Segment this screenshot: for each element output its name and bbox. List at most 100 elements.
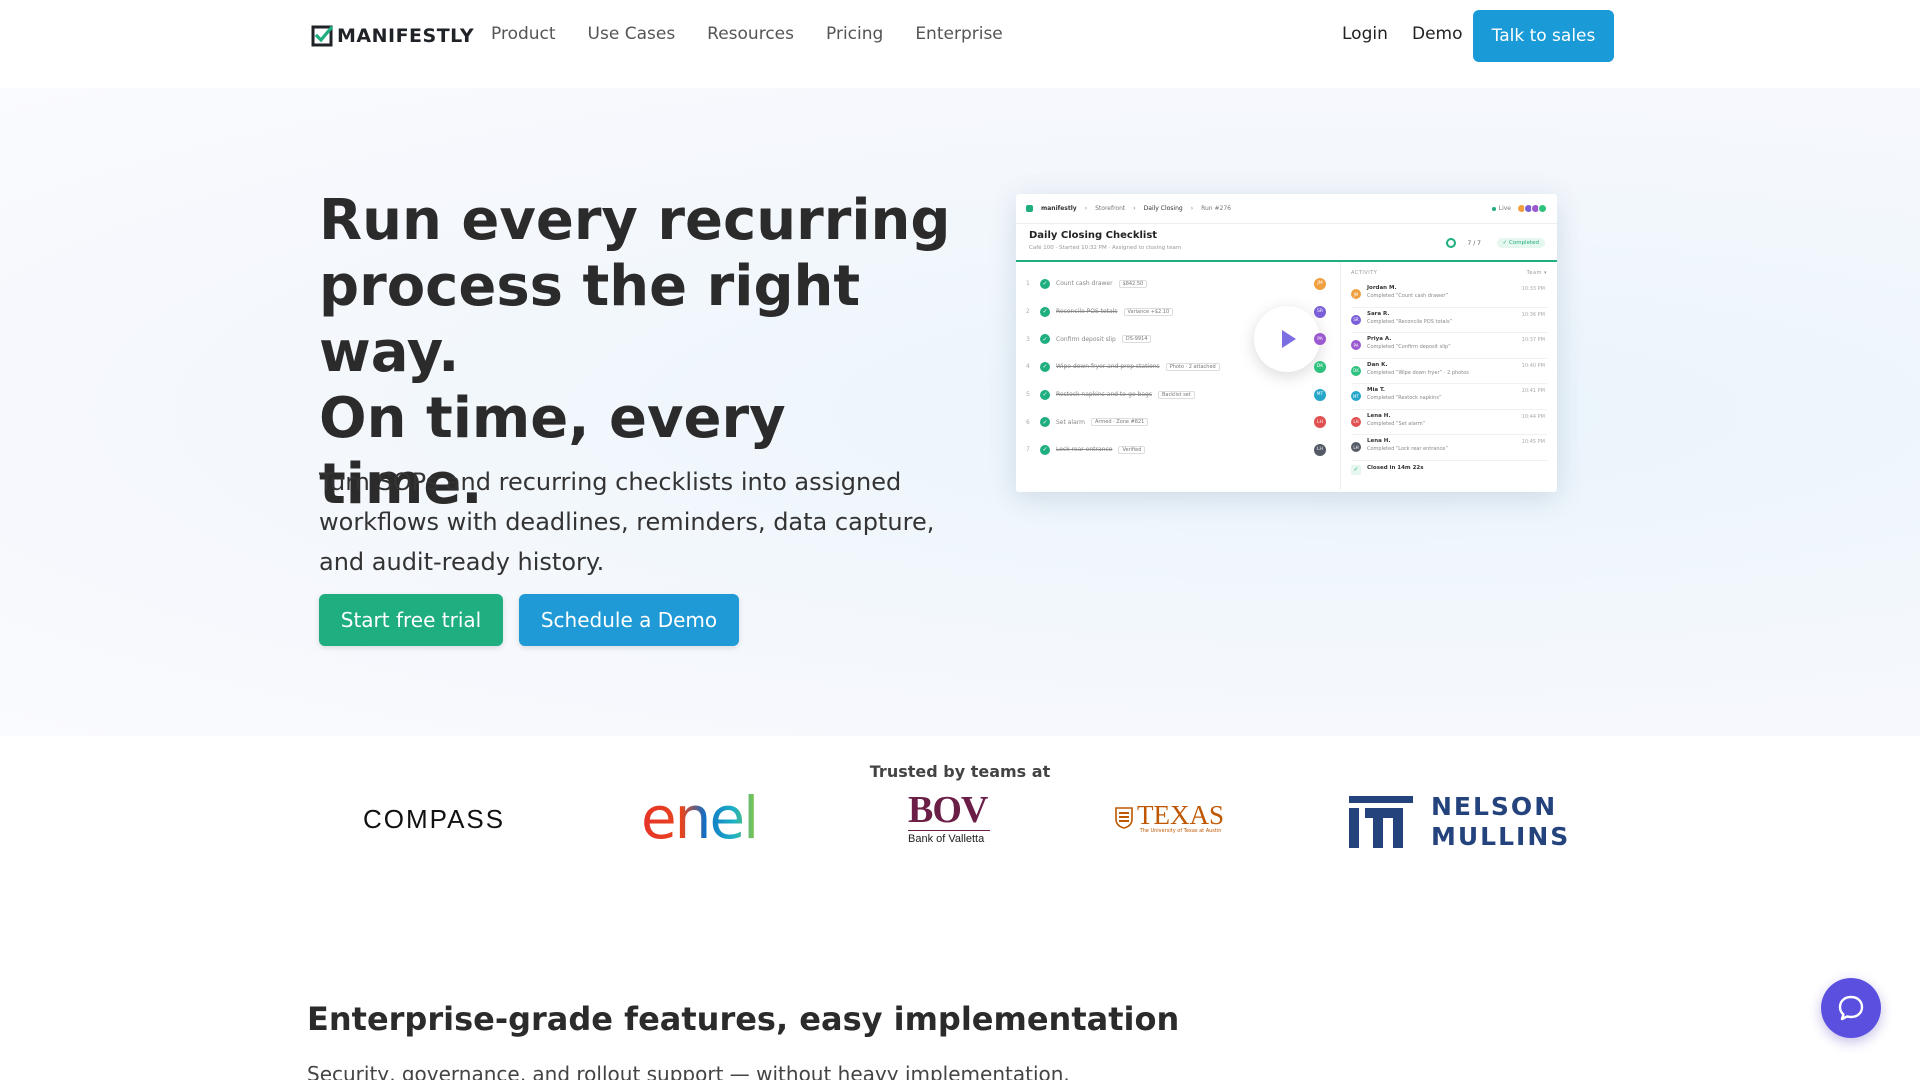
- login-link[interactable]: Login: [1342, 24, 1388, 44]
- preview-crumb: Daily Closing: [1143, 205, 1183, 212]
- checklist-task-row[interactable]: 1 ✓ Count cash drawer $842.50 JM: [1026, 270, 1330, 298]
- task-label: Count cash drawer: [1056, 280, 1113, 288]
- task-check-icon: ✓: [1040, 278, 1050, 289]
- checklist-task-row[interactable]: 5 ✓ Restock napkins and to-go bags Backlist…: [1026, 381, 1330, 409]
- task-number: 1: [1026, 280, 1030, 288]
- manifestly-logo[interactable]: MANIFESTLY: [311, 25, 474, 47]
- ut-texas-text: TEXAS: [1137, 800, 1224, 830]
- task-number: 4: [1026, 363, 1030, 371]
- checklist-task-row[interactable]: 2 ✓ Reconcile POS totals Variance +$2.10 SR: [1026, 298, 1330, 326]
- task-number: 3: [1026, 335, 1030, 343]
- preview-activity-panel: ACTIVITY Team ▾ JM Jordan M. Completed “Co…: [1341, 262, 1557, 490]
- nelson-mullins-logo: NELSON MULLINS: [1349, 792, 1570, 852]
- activity-item: MT Mia T. Completed “Restock napkins” 10:41…: [1351, 384, 1547, 410]
- live-label: Live: [1498, 205, 1511, 212]
- task-label: Confirm deposit slip: [1056, 335, 1116, 343]
- avatar: MT: [1351, 391, 1361, 401]
- top-nav: MANIFESTLY Product Use Cases Resources P…: [0, 0, 1920, 72]
- preview-avatars: [1517, 204, 1547, 213]
- activity-user: Sara R.: [1367, 310, 1390, 317]
- checklist-task-row[interactable]: 7 ✓ Lock rear entrance Verified LH: [1026, 436, 1330, 464]
- task-number: 5: [1026, 391, 1030, 399]
- avatar: DK: [1351, 365, 1361, 376]
- ut-wordmark: TEXAS The University of Texas at Austin: [1137, 800, 1224, 835]
- task-number: 2: [1026, 308, 1030, 316]
- task-check-icon: ✓: [1040, 389, 1050, 400]
- activity-item: DK Dan K. Completed “Wipe down fryer” · 2 …: [1351, 359, 1547, 384]
- activity-action: Completed “Reconcile POS totals”: [1367, 318, 1453, 325]
- product-preview-video[interactable]: manifestly › Storefront › Daily Closing …: [1016, 194, 1557, 492]
- activity-header: ACTIVITY Team ▾: [1351, 270, 1547, 276]
- avatar: DK: [1314, 360, 1326, 373]
- talk-to-sales-button[interactable]: Talk to sales: [1473, 10, 1614, 62]
- preview-crumb: manifestly: [1041, 205, 1077, 212]
- nelson-mullins-mark-icon: [1349, 796, 1413, 848]
- avatar: [1538, 204, 1547, 213]
- task-check-icon: ✓: [1040, 417, 1050, 428]
- task-tag: Backlist set: [1158, 390, 1195, 399]
- activity-user: Mia T.: [1367, 387, 1385, 393]
- preview-progress: 7 / 7: [1467, 240, 1481, 247]
- demo-link[interactable]: Demo: [1412, 24, 1463, 44]
- activity-action: Completed “Confirm deposit slip”: [1367, 344, 1451, 350]
- activity-text: Priya A. Completed “Confirm deposit slip”: [1367, 336, 1451, 358]
- ut-texas-logo: TEXAS The University of Texas at Austin: [1115, 802, 1224, 834]
- checklist-task-row[interactable]: 3 ✓ Confirm deposit slip DS-9914 PA: [1026, 325, 1330, 353]
- hero-title-line: Run every recurring: [319, 188, 951, 253]
- chat-launcher-button[interactable]: [1821, 978, 1881, 1038]
- avatar: JM: [1314, 277, 1326, 290]
- avatar: LH: [1351, 416, 1361, 427]
- nav-product[interactable]: Product: [491, 24, 556, 44]
- task-number: 6: [1026, 418, 1030, 426]
- customer-logos: COMPASS enel BOV Bank of Valletta TEXAS …: [0, 790, 1920, 852]
- start-free-trial-button[interactable]: Start free trial: [319, 594, 503, 646]
- task-label: Lock rear entrance: [1056, 446, 1113, 454]
- compass-wordmark: COMPASS: [363, 804, 506, 834]
- features-subtitle: Security, governance, and rollout suppor…: [307, 1062, 1070, 1080]
- crumb-sep: ›: [1133, 205, 1136, 212]
- activity-user: Lena H.: [1367, 412, 1391, 419]
- task-tag: Photo · 2 attached: [1165, 362, 1220, 371]
- activity-user: Lena H.: [1367, 438, 1391, 444]
- closed-text: Closed in 14m 22s: [1367, 464, 1424, 471]
- activity-item: LH Lena H. Completed “Set alarm” 10:44 PM: [1351, 410, 1547, 435]
- nelson-text: NELSON: [1431, 792, 1558, 821]
- activity-text: Lena H. Completed “Set alarm”: [1367, 413, 1425, 435]
- hero-title-line: process the right: [319, 254, 861, 319]
- progress-ring-icon: [1446, 238, 1456, 248]
- activity-text: Sara R. Completed “Reconcile POS totals”: [1367, 311, 1452, 333]
- activity-time: 10:45 PM: [1521, 439, 1545, 445]
- closed-summary: ✓ Closed in 14m 22s: [1351, 461, 1547, 475]
- preview-checklist-header: Daily Closing Checklist Café 100 · Start…: [1016, 224, 1557, 262]
- activity-action: Completed “Count cash drawer”: [1367, 293, 1449, 299]
- hero-section: Run every recurring process the right wa…: [0, 88, 1920, 736]
- ut-subtitle: The University of Texas at Austin: [1139, 828, 1222, 834]
- logo-check-icon: [311, 25, 334, 47]
- nav-enterprise[interactable]: Enterprise: [915, 24, 1002, 44]
- activity-title: ACTIVITY: [1351, 270, 1378, 276]
- status-badge: ✓ Completed: [1496, 238, 1545, 248]
- checklist-task-row[interactable]: 6 ✓ Set alarm Armed · Zone #821 LH: [1026, 408, 1330, 436]
- task-label: Reconcile POS totals: [1056, 308, 1118, 316]
- nav-use-cases[interactable]: Use Cases: [588, 24, 676, 44]
- preview-logo-icon: [1026, 205, 1033, 212]
- activity-text: Lena H. Completed “Lock rear entrance”: [1367, 438, 1448, 460]
- avatar: MT: [1314, 388, 1326, 401]
- task-tag: Verified: [1118, 445, 1146, 454]
- bov-divider: [908, 830, 990, 831]
- nav-resources[interactable]: Resources: [707, 24, 794, 44]
- activity-item: PA Priya A. Completed “Confirm deposit sli…: [1351, 333, 1547, 359]
- logo-text: MANIFESTLY: [337, 25, 475, 47]
- nav-pricing[interactable]: Pricing: [826, 24, 883, 44]
- svg-text:enel: enel: [641, 790, 757, 846]
- enel-wordmark-icon: enel: [641, 790, 759, 846]
- bov-logo: BOV Bank of Valletta: [908, 791, 990, 845]
- nelson-mullins-wordmark: NELSON MULLINS: [1431, 792, 1570, 852]
- avatar: PA: [1351, 340, 1361, 350]
- checklist-task-row[interactable]: 4 ✓ Wipe down fryer and prep stations Photo…: [1026, 353, 1330, 381]
- mullins-text: MULLINS: [1431, 822, 1571, 851]
- crumb-sep: ›: [1084, 205, 1088, 212]
- task-tag: Armed · Zone #821: [1091, 418, 1149, 427]
- schedule-demo-button[interactable]: Schedule a Demo: [519, 594, 739, 646]
- bov-subtitle: Bank of Valletta: [908, 833, 985, 845]
